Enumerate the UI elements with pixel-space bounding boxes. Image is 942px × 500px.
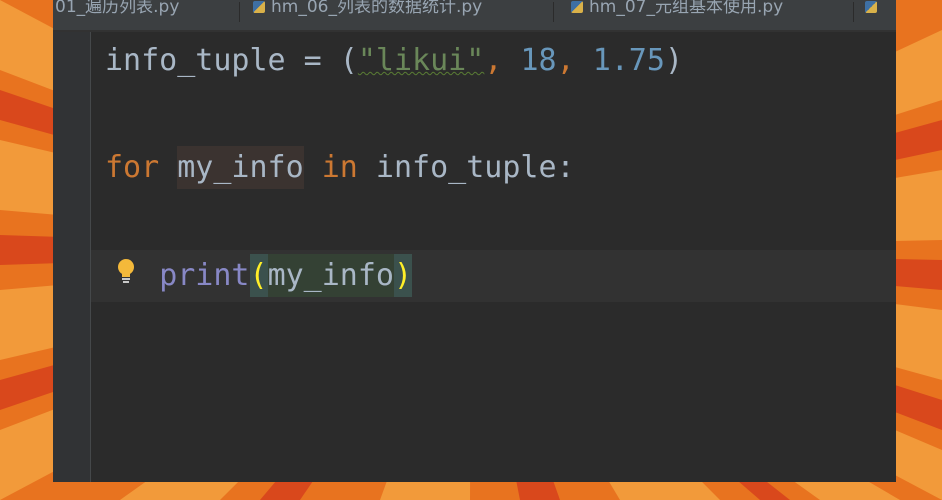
number-literal: 1.75	[592, 43, 665, 78]
tab-divider	[853, 2, 854, 22]
number-literal: 18	[520, 43, 557, 78]
code-line[interactable]: info_tuple = ("likui", 18, 1.75)	[105, 40, 683, 82]
python-file-icon	[253, 1, 265, 13]
editor-tab[interactable]: hm_07_元组基本使用.py	[571, 0, 783, 22]
indentation	[105, 258, 159, 293]
editor-tab[interactable]: hm_06_列表的数据统计.py	[253, 0, 482, 22]
variable-name: info_tuple	[105, 43, 286, 78]
editor-tab[interactable]: 01_遍历列表.py	[55, 0, 179, 22]
keyword-in: in	[321, 150, 358, 185]
closing-paren: )	[664, 43, 683, 78]
python-file-icon	[865, 1, 877, 13]
matched-open-paren: (	[249, 254, 268, 297]
comma: ,	[556, 43, 593, 78]
assignment-operator: = (	[285, 43, 358, 78]
string-literal: "likui"	[357, 43, 485, 78]
builtin-function-print: print	[159, 258, 250, 293]
function-argument: my_info	[267, 254, 394, 297]
editor-tab-bar: 01_遍历列表.py hm_06_列表的数据统计.py hm_07_元组基本使用…	[53, 0, 896, 32]
editor-tab[interactable]	[865, 0, 883, 22]
tab-label: hm_06_列表的数据统计.py	[271, 0, 483, 17]
keyword-for: for	[105, 150, 160, 185]
tab-divider	[239, 2, 240, 22]
matched-close-paren: )	[394, 254, 413, 297]
tab-label: 01_遍历列表.py	[55, 0, 180, 17]
code-line[interactable]: print(my_info)	[105, 254, 413, 297]
line-number-gutter[interactable]	[53, 32, 91, 482]
loop-variable: my_info	[177, 146, 304, 189]
tab-divider	[553, 2, 554, 22]
comma: ,	[484, 43, 521, 78]
tab-label: hm_07_元组基本使用.py	[589, 0, 784, 17]
iterable-expression: info_tuple:	[357, 150, 575, 185]
code-line[interactable]: for my_info in info_tuple:	[105, 146, 575, 189]
python-file-icon	[571, 1, 583, 13]
